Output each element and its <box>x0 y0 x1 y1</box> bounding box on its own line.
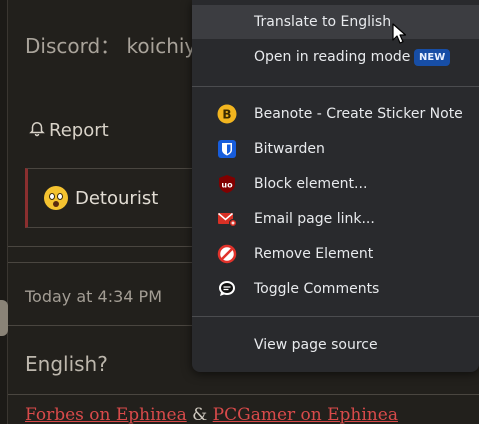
post-timestamp[interactable]: Today at 4:34 PM <box>25 287 162 306</box>
beanote-icon: B <box>217 104 237 124</box>
menu-item-remove-element[interactable]: Remove Element <box>192 237 479 271</box>
context-menu: Translate to English Open in reading mod… <box>192 0 479 372</box>
svg-text:B: B <box>222 108 231 122</box>
menu-separator <box>192 316 479 317</box>
menu-item-label: Translate to English <box>254 14 392 30</box>
flushed-face-emoji-icon <box>44 186 68 210</box>
menu-item-label: Toggle Comments <box>254 281 380 297</box>
menu-item-view-source[interactable]: View page source <box>192 328 479 362</box>
menu-item-bitwarden[interactable]: Bitwarden <box>192 132 479 166</box>
avatar[interactable] <box>0 300 8 336</box>
comments-icon <box>217 279 237 299</box>
menu-item-label: Open in reading mode <box>254 49 411 65</box>
menu-item-label: Beanote - Create Sticker Note <box>254 106 463 122</box>
user-name[interactable]: Detourist <box>75 188 158 209</box>
menu-item-email-link[interactable]: Email page link... <box>192 202 479 236</box>
remove-icon <box>217 244 237 264</box>
link-separator: & <box>186 405 213 424</box>
menu-item-label: Remove Element <box>254 246 374 262</box>
menu-item-toggle-comments[interactable]: Toggle Comments <box>192 272 479 306</box>
menu-separator <box>192 86 479 87</box>
menu-item-label: Email page link... <box>254 211 375 227</box>
ublock-icon: uo <box>217 174 237 194</box>
left-sidebar-strip <box>0 0 8 424</box>
bell-icon <box>28 119 46 142</box>
menu-item-reading-mode[interactable]: Open in reading mode NEW <box>192 40 479 74</box>
signature-links: Forbes on Ephinea & PCGamer on Ephinea <box>25 405 398 424</box>
report-label: Report <box>49 120 109 141</box>
menu-item-block-element[interactable]: uo Block element... <box>192 167 479 201</box>
divider <box>8 394 479 395</box>
forbes-link[interactable]: Forbes on Ephinea <box>25 405 187 424</box>
pcgamer-link[interactable]: PCGamer on Ephinea <box>213 405 398 424</box>
bitwarden-icon <box>217 139 237 159</box>
email-icon <box>217 209 237 229</box>
menu-item-translate[interactable]: Translate to English <box>192 5 479 39</box>
menu-item-label: Block element... <box>254 176 368 192</box>
svg-text:uo: uo <box>221 181 233 190</box>
post-message: English? <box>25 352 108 376</box>
mouse-pointer-icon <box>392 23 406 44</box>
new-badge: NEW <box>414 49 451 66</box>
discord-contact-text: Discord： koichiy <box>25 34 197 58</box>
menu-item-label: Bitwarden <box>254 141 325 157</box>
menu-item-label: View page source <box>254 337 378 353</box>
menu-item-beanote[interactable]: B Beanote - Create Sticker Note <box>192 97 479 131</box>
report-link[interactable]: Report <box>28 119 109 142</box>
